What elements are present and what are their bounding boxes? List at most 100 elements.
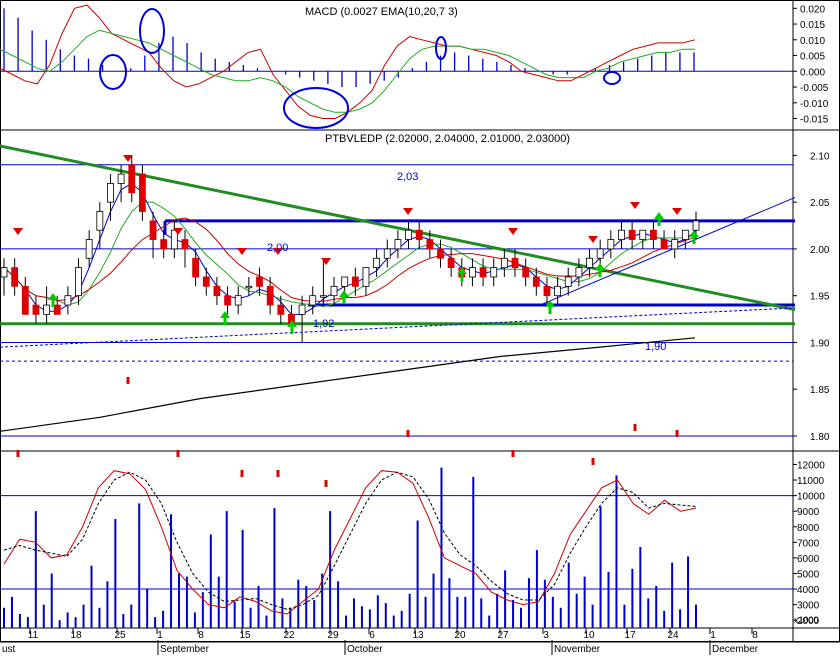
candle-body [192,257,200,278]
macd-tick-label: 0.005 [800,52,825,63]
x-day-label: 1 [157,630,163,641]
volume-tick-label: 7000 [797,538,820,549]
price-tick-label: 1.90 [810,338,830,349]
candle-body [681,229,689,240]
candle-body [628,229,636,240]
x-day-label: 8 [198,630,204,641]
macd-tick-label: 0.015 [800,20,825,31]
down-arrow [321,258,331,487]
chart-canvas: 0.020 0.015 0.010 0.005 0.000 -0.005 -0.010 -0.… [0,0,840,655]
volume-tick-label: 8000 [797,523,820,534]
candle-body [96,211,104,231]
candle-body [479,267,487,278]
candle-body [21,285,29,315]
candle-body [351,276,359,287]
x-month-label: ust [2,644,16,655]
candle-body [543,285,551,297]
candle-body [330,285,338,297]
candle-body [117,173,125,184]
candle-body [277,304,285,315]
price-tick-label: 1.85 [810,385,830,396]
volume-tick-label: 4000 [797,585,820,596]
candle-body [160,239,168,250]
candle-body [660,239,668,250]
candle-body [607,239,615,250]
candle-body [234,295,242,306]
price-annotation-192: 1,92 [313,318,334,330]
macd-tick-label: -0.005 [800,83,829,94]
candle-body [0,267,8,278]
x-day-label: 11 [28,630,39,641]
up-arrow [339,290,349,304]
candle-body [11,267,19,287]
x-day-label: 20 [454,630,466,641]
volume-tick-label: 11000 [797,476,825,487]
uptrend-line [539,197,796,306]
macd-series-line [0,4,696,119]
down-arrow [273,248,283,477]
price-title: PTBVLEDP (2.02000, 2.04000, 2.01000, 2.0… [325,133,570,145]
x-day-label: 10 [583,630,595,641]
macd-highlight-ellipse [283,87,349,129]
candle-body [383,248,391,259]
x-day-label: 1 [710,630,716,641]
candle-body [149,220,157,240]
candle-body [341,276,349,287]
x-month-label: September [160,644,210,655]
candle-body [128,164,136,194]
candle-body [554,285,561,297]
price-annotation-190: 1,90 [645,341,666,353]
candle-body [511,257,519,269]
price-tick-label: 1.95 [810,292,830,303]
x-day-label: 29 [327,630,339,641]
candle-body [639,229,647,240]
candle-body [426,239,434,250]
long-term-moving-average [0,337,696,432]
price-panel [0,144,796,487]
volume-tick-label: 6000 [797,554,820,565]
candle-body [43,304,50,315]
price-tick-label: 2.10 [810,151,830,162]
x-day-label: 6 [369,630,375,641]
macd-tick-label: 0.010 [800,36,825,47]
volume-tick-label: 3000 [797,601,820,612]
candle-body [596,248,604,259]
candle-body [138,173,146,212]
x-day-label: 3 [543,630,549,641]
price-annotation-203: 2,03 [397,171,418,183]
candle-body [447,257,455,269]
candle-body [586,257,593,269]
outer-frame [0,0,840,642]
candle-body [181,239,189,250]
price-tick-label: 1.80 [810,432,830,443]
macd-highlight-ellipse [99,54,127,90]
dashed-trendline [0,307,796,348]
volume-unit-label: x1000 [794,615,819,625]
up-arrow [654,212,664,226]
candle-body [394,239,402,250]
panel-frames [0,0,840,642]
x-day-label: 17 [624,630,636,641]
candle-body [64,295,72,306]
macd-tick-label: -0.015 [800,115,829,126]
candle-body [692,220,700,231]
candle-body [245,285,253,289]
candle-body [107,183,114,203]
candle-body [490,267,498,278]
candle-body [522,267,530,278]
chart-window: 0.020 0.015 0.010 0.005 0.000 -0.005 -0.010 -0.… [0,0,840,655]
volume-tick-label: 5000 [797,569,820,580]
candle-body [618,229,625,240]
volume-tick-label: 10000 [797,492,825,503]
x-day-label: 25 [114,630,126,641]
volume-tick-label: 12000 [797,460,825,471]
candle-body [298,304,306,315]
candle-body [256,276,263,287]
candle-body [319,295,327,298]
candle-body [415,229,423,240]
candle-body [373,257,381,269]
x-day-label: 15 [239,630,251,641]
candle-body [564,276,572,287]
candle-body [202,276,210,287]
candle-body [500,257,508,269]
